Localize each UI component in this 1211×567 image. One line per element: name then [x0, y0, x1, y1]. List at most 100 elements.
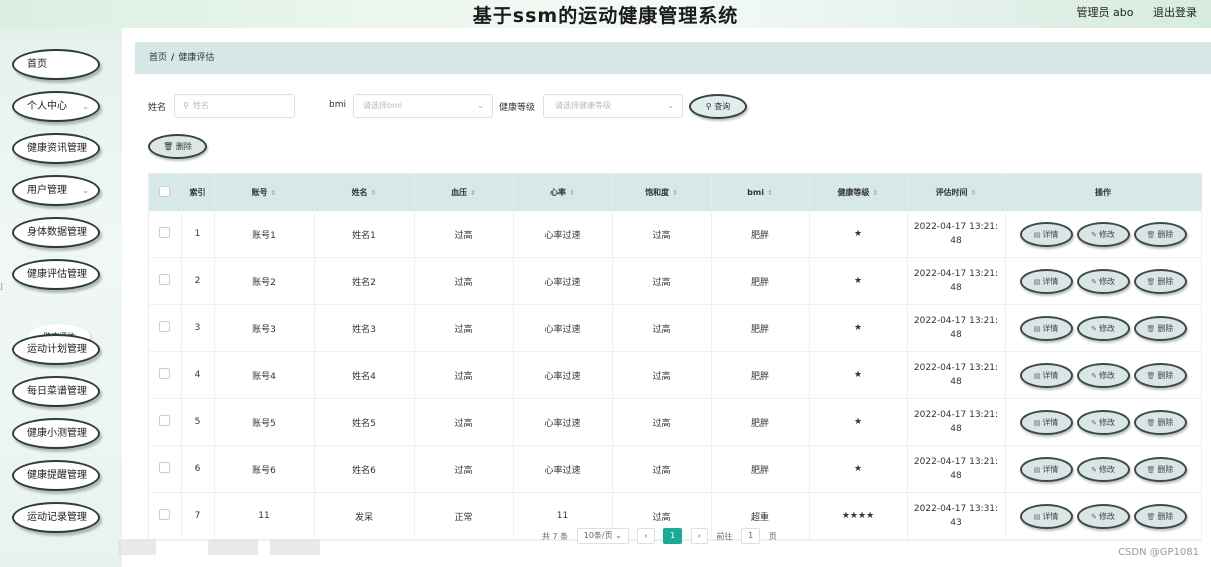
cell-assessment-time: 2022-04-17 13:21:48 — [907, 304, 1006, 352]
sort-icon[interactable]: ⇕ — [672, 189, 678, 197]
level-select[interactable]: 请选择健康等级 ⌄ — [543, 94, 683, 118]
sort-icon[interactable]: ⇕ — [873, 189, 879, 197]
detail-button[interactable]: ▤ 详情 — [1019, 315, 1073, 341]
detail-button[interactable]: ▤ 详情 — [1019, 221, 1073, 247]
delete-button[interactable]: 🗑 删除 — [1133, 268, 1187, 294]
delete-button[interactable]: 🗑 删除 — [1133, 456, 1187, 482]
select-all-checkbox[interactable] — [159, 186, 171, 197]
logout-link[interactable]: 退出登录 — [1153, 6, 1197, 19]
sidebar-item-exercise-record[interactable]: 运动记录管理 — [12, 502, 100, 533]
pencil-icon: ✎ — [1091, 324, 1097, 333]
sidebar-item-exercise-plan[interactable]: 运动计划管理 — [12, 334, 100, 365]
column-header-account[interactable]: 账号 ⇕ — [214, 174, 315, 211]
sidebar: 首页 个人中心⌄ 健康资讯管理 用户管理⌄ 身体数据管理 健康评估管理 健康评估… — [0, 28, 122, 567]
cell-health-level: ★ — [809, 398, 908, 446]
table-row: 3 账号3 姓名3 过高 心率过速 过高 肥胖 ★ 2022-04-17 13:21:48 ▤ 详情… — [149, 304, 1202, 352]
edit-button[interactable]: ✎ 修改 — [1076, 221, 1130, 247]
detail-button[interactable]: ▤ 详情 — [1019, 362, 1073, 388]
cell-name: 发呆 — [314, 492, 415, 540]
edit-button[interactable]: ✎ 修改 — [1076, 503, 1130, 529]
column-header-health-level[interactable]: 健康等级 ⇕ — [809, 174, 908, 211]
edit-button[interactable]: ✎ 修改 — [1076, 315, 1130, 341]
sidebar-item-health-reminder[interactable]: 健康提醒管理 — [12, 460, 100, 491]
column-header-saturation[interactable]: 饱和度 ⇕ — [612, 174, 712, 211]
page-size-select[interactable]: 10条/页 ⌄ — [576, 528, 629, 544]
sort-icon[interactable]: ⇕ — [371, 189, 377, 197]
detail-button[interactable]: ▤ 详情 — [1019, 503, 1073, 529]
watermark: CSDN @GP1081 — [1118, 547, 1199, 558]
row-actions: ▤ 详情 ✎ 修改 🗑 删除 — [1005, 211, 1202, 258]
name-label: 姓名 — [148, 103, 167, 113]
sort-icon[interactable]: ⇕ — [271, 189, 277, 197]
delete-button[interactable]: 🗑 删除 — [1133, 315, 1187, 341]
trash-icon: 🗑 — [1146, 418, 1156, 427]
sidebar-item-daily-recipe[interactable]: 每日菜谱管理 — [12, 376, 100, 407]
batch-delete-button[interactable]: 🗑 删除 — [148, 134, 207, 159]
delete-button[interactable]: 🗑 删除 — [1133, 409, 1187, 435]
top-bar: 基于ssm的运动健康管理系统 管理员 abo 退出登录 — [0, 0, 1211, 28]
row-select-cell — [149, 351, 182, 399]
row-checkbox[interactable] — [159, 227, 171, 238]
cell-saturation: 过高 — [612, 398, 712, 446]
cell-index: 7 — [181, 492, 215, 540]
cell-saturation: 过高 — [612, 257, 712, 305]
sort-icon[interactable]: ⇕ — [971, 189, 977, 197]
cell-name: 姓名1 — [314, 211, 415, 258]
next-page-button[interactable]: › — [690, 528, 708, 544]
breadcrumb-home[interactable]: 首页 — [149, 53, 167, 63]
delete-button[interactable]: 🗑 删除 — [1133, 503, 1187, 529]
sidebar-item-health-quiz[interactable]: 健康小测管理 — [12, 418, 100, 449]
select-all-cell — [149, 174, 182, 211]
cell-index: 5 — [181, 398, 215, 446]
document-icon: ▤ — [1033, 418, 1041, 427]
table-row: 5 账号5 姓名5 过高 心率过速 过高 肥胖 ★ 2022-04-17 13:21:48 ▤ 详情… — [149, 398, 1202, 446]
row-checkbox[interactable] — [159, 274, 171, 285]
prev-page-button[interactable]: ‹ — [637, 528, 655, 544]
level-label: 健康等级 — [499, 103, 536, 113]
sidebar-item-home[interactable]: 首页 — [12, 49, 100, 80]
cell-account: 账号3 — [214, 304, 315, 352]
edit-button[interactable]: ✎ 修改 — [1076, 409, 1130, 435]
sort-icon[interactable]: ⇕ — [569, 189, 575, 197]
cell-blood-pressure: 过高 — [414, 351, 514, 399]
sidebar-item-personal-center[interactable]: 个人中心 ⌄ — [12, 91, 100, 122]
row-checkbox[interactable] — [159, 321, 171, 332]
trash-icon: 🗑 — [1146, 512, 1156, 521]
bmi-select[interactable]: 请选择bmi ⌄ — [353, 94, 493, 118]
query-button[interactable]: ⚲ 查询 — [689, 94, 747, 119]
detail-button[interactable]: ▤ 详情 — [1019, 268, 1073, 294]
cell-heart-rate: 心率过速 — [513, 304, 613, 352]
edit-button[interactable]: ✎ 修改 — [1076, 362, 1130, 388]
trash-icon: 🗑 — [1146, 277, 1156, 286]
row-checkbox[interactable] — [159, 368, 171, 379]
cell-account: 账号2 — [214, 257, 315, 305]
column-header-name[interactable]: 姓名 ⇕ — [314, 174, 415, 211]
detail-button[interactable]: ▤ 详情 — [1019, 409, 1073, 435]
delete-button[interactable]: 🗑 删除 — [1133, 362, 1187, 388]
cell-saturation: 过高 — [612, 304, 712, 352]
edit-button[interactable]: ✎ 修改 — [1076, 456, 1130, 482]
sidebar-item-body-data[interactable]: 身体数据管理 — [12, 217, 100, 248]
edit-button[interactable]: ✎ 修改 — [1076, 268, 1130, 294]
name-search-input[interactable]: ⚲ 姓名 — [174, 94, 295, 118]
cell-name: 姓名3 — [314, 304, 415, 352]
column-header-blood-pressure[interactable]: 血压 ⇕ — [414, 174, 514, 211]
row-checkbox[interactable] — [159, 415, 171, 426]
sort-icon[interactable]: ⇕ — [470, 189, 476, 197]
goto-page-input[interactable]: 1 — [741, 528, 761, 544]
column-header-heart-rate[interactable]: 心率 ⇕ — [513, 174, 613, 211]
detail-button[interactable]: ▤ 详情 — [1019, 456, 1073, 482]
column-header-bmi[interactable]: bmi ⇕ — [711, 174, 810, 211]
sidebar-item-health-assessment[interactable]: 健康评估管理 — [12, 259, 100, 290]
row-actions: ▤ 详情 ✎ 修改 🗑 删除 — [1005, 398, 1202, 446]
delete-button[interactable]: 🗑 删除 — [1133, 221, 1187, 247]
row-checkbox[interactable] — [159, 462, 171, 473]
sidebar-item-user-management[interactable]: 用户管理 ⌄ — [12, 175, 100, 206]
page-number-current[interactable]: 1 — [663, 528, 683, 544]
row-checkbox[interactable] — [159, 509, 171, 520]
cell-heart-rate: 心率过速 — [513, 257, 613, 305]
column-header-assessment-time[interactable]: 评估时间 ⇕ — [907, 174, 1006, 211]
row-select-cell — [149, 398, 182, 446]
sort-icon[interactable]: ⇕ — [767, 189, 773, 197]
sidebar-item-health-news[interactable]: 健康资讯管理 — [12, 133, 100, 164]
